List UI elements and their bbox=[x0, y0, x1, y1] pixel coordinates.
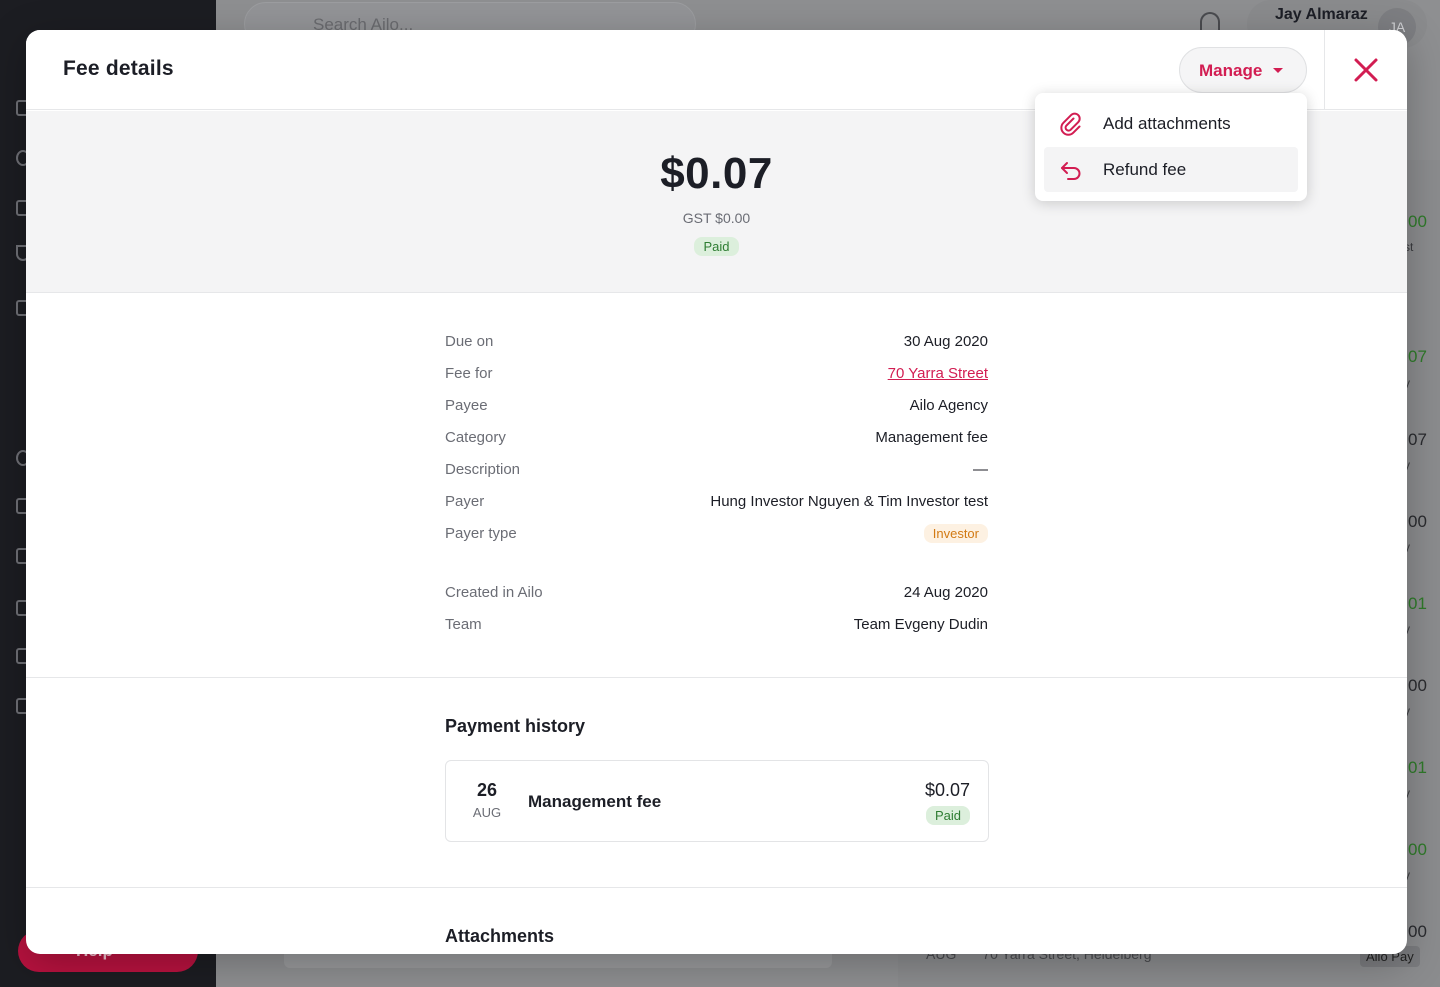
background-amount: 00 bbox=[1408, 676, 1427, 695]
payment-month: AUG bbox=[472, 805, 502, 820]
detail-label: Payee bbox=[445, 397, 488, 414]
detail-label: Category bbox=[445, 429, 506, 446]
detail-value: 30 Aug 2020 bbox=[903, 333, 988, 350]
detail-label: Team bbox=[445, 616, 482, 633]
detail-row-payee: Payee Ailo Agency bbox=[445, 391, 988, 423]
detail-value: Team Evgeny Dudin bbox=[853, 616, 988, 633]
detail-row-description: Description — bbox=[445, 455, 988, 487]
detail-label: Payer bbox=[445, 493, 485, 510]
detail-value: Hung Investor Nguyen & Tim Investor test bbox=[710, 493, 988, 510]
close-button[interactable] bbox=[1348, 52, 1384, 88]
caret-down-icon bbox=[1273, 68, 1283, 73]
detail-label: Due on bbox=[445, 333, 494, 350]
detail-row-team: Team Team Evgeny Dudin bbox=[445, 610, 988, 642]
undo-arrow-icon bbox=[1061, 162, 1081, 180]
manage-label: Manage bbox=[1199, 61, 1263, 80]
background-amount: 00 bbox=[1408, 922, 1427, 941]
manage-button[interactable]: Manage bbox=[1179, 47, 1307, 93]
header-divider bbox=[1324, 30, 1325, 110]
payment-history-title: Payment history bbox=[445, 716, 586, 736]
background-amount: 00 bbox=[1408, 840, 1427, 859]
menu-item-label: Add attachments bbox=[1103, 114, 1231, 133]
detail-row-due-on: Due on 30 Aug 2020 bbox=[445, 327, 988, 359]
paperclip-icon bbox=[1060, 112, 1081, 136]
background-amount: 00 bbox=[1408, 512, 1427, 531]
payer-type-badge: Investor bbox=[923, 524, 988, 543]
property-link[interactable]: 70 Yarra Street bbox=[888, 365, 988, 382]
status-badge: Paid bbox=[925, 806, 970, 825]
background-amount: 01 bbox=[1408, 594, 1427, 613]
close-icon bbox=[1354, 58, 1378, 82]
detail-row-category: Category Management fee bbox=[445, 423, 988, 455]
user-name: Jay Almaraz bbox=[1275, 6, 1368, 23]
payment-day: 26 bbox=[476, 780, 498, 800]
detail-row-fee-for: Fee for 70 Yarra Street bbox=[445, 359, 988, 391]
detail-label: Fee for bbox=[445, 365, 493, 382]
section-divider bbox=[26, 887, 1407, 888]
detail-label: Payer type bbox=[445, 525, 517, 542]
payment-amount: $0.07 bbox=[924, 780, 970, 800]
attachments-title: Attachments bbox=[445, 926, 555, 946]
detail-row-payer: Payer Hung Investor Nguyen & Tim Investo… bbox=[445, 487, 988, 519]
menu-item-label: Refund fee bbox=[1103, 160, 1187, 179]
menu-item-refund-fee[interactable]: Refund fee bbox=[1044, 147, 1298, 192]
section-divider bbox=[26, 677, 1407, 678]
background-amount: 01 bbox=[1408, 758, 1427, 777]
gst-amount: GST $0.00 bbox=[682, 210, 751, 226]
detail-row-created: Created in Ailo 24 Aug 2020 bbox=[445, 578, 988, 610]
modal-title: Fee details bbox=[63, 57, 174, 80]
background-amount: 00 bbox=[1408, 212, 1427, 231]
detail-value: 24 Aug 2020 bbox=[903, 584, 988, 601]
detail-row-payer-type: Payer type Investor bbox=[445, 519, 988, 551]
manage-dropdown-menu: Add attachments Refund fee bbox=[1035, 93, 1307, 201]
status-badge: Paid bbox=[694, 237, 739, 256]
detail-label: Description bbox=[445, 461, 521, 478]
detail-value: Ailo Agency bbox=[909, 397, 988, 414]
detail-value: — bbox=[973, 461, 988, 478]
payment-name: Management fee bbox=[528, 792, 662, 811]
background-amount: 07 bbox=[1408, 347, 1427, 366]
detail-label: Created in Ailo bbox=[445, 584, 543, 601]
menu-item-add-attachments[interactable]: Add attachments bbox=[1044, 101, 1298, 146]
payment-history-item[interactable]: 26 AUG Management fee $0.07 Paid bbox=[445, 760, 989, 842]
detail-value: Management fee bbox=[875, 429, 988, 446]
fee-details-list: Due on 30 Aug 2020 Fee for 70 Yarra Stre… bbox=[445, 327, 988, 642]
background-amount: 07 bbox=[1408, 430, 1427, 449]
